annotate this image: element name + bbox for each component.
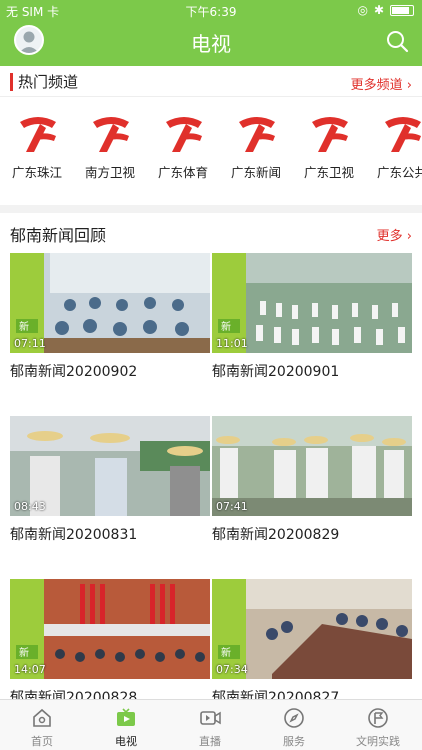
tv-icon [117, 708, 135, 726]
video-card[interactable]: 新 07:34 郁南新闻20200827 [212, 579, 412, 706]
more-channels-link[interactable]: 更多频道 › [351, 74, 412, 93]
channel-logo-icon [239, 117, 275, 152]
tab-label: 文明实践 [356, 735, 400, 748]
tab-bar: 首页 电视 直播 服务 文明实践 [0, 699, 422, 750]
channel-logo-icon [20, 117, 56, 152]
hot-channels-title: 热门频道 [18, 73, 79, 91]
section-divider [0, 205, 422, 213]
search-icon[interactable] [385, 29, 409, 53]
video-title: 郁南新闻20200831 [10, 527, 138, 543]
video-duration: 07:41 [216, 500, 248, 513]
location-icon: ◎ [357, 3, 368, 17]
section-accent-bar [10, 73, 13, 91]
nav-bar: 电视 [0, 22, 422, 66]
home-icon [33, 708, 51, 727]
svg-text:新: 新 [221, 320, 231, 333]
channel-item[interactable]: 广东公共 [365, 110, 422, 190]
news-review-title: 郁南新闻回顾 [10, 226, 107, 245]
channel-item[interactable]: 广东珠江 [0, 110, 74, 190]
more-news-label: 更多 [376, 229, 403, 244]
channel-label: 广东珠江 [11, 165, 62, 180]
video-thumbnail: 08:43 [10, 416, 210, 516]
live-video-icon [200, 711, 221, 725]
video-duration: 08:43 [14, 500, 46, 513]
tab-civilization-practice[interactable]: 文明实践 [336, 700, 420, 750]
svg-text:新: 新 [19, 646, 29, 659]
tab-home[interactable]: 首页 [0, 700, 84, 750]
channel-label: 广东公共 [377, 165, 422, 180]
bluetooth-icon: ✱ [373, 3, 384, 17]
channel-label: 广东体育 [157, 165, 208, 180]
video-thumbnail: 新 07:34 [212, 579, 412, 679]
channel-label: 广东新闻 [230, 165, 281, 180]
video-thumbnail: 07:41 [212, 416, 412, 516]
video-thumbnail: 新 14:07 [10, 579, 210, 679]
channel-label: 广东卫视 [303, 165, 354, 180]
compass-icon [284, 708, 304, 728]
channel-item[interactable]: 广东新闻 [219, 110, 293, 190]
battery-icon [390, 4, 414, 16]
video-card[interactable]: 新 07:11 郁南新闻20200902 [10, 253, 210, 403]
video-duration: 07:34 [216, 663, 248, 676]
video-title: 郁南新闻20200901 [212, 364, 340, 380]
page-title: 电视 [191, 32, 231, 56]
video-duration: 07:11 [14, 337, 46, 350]
tab-label: 电视 [115, 735, 137, 748]
channel-logo-icon [312, 117, 348, 152]
video-thumbnail: 新 11:01 [212, 253, 412, 353]
channel-logo-icon [93, 117, 129, 152]
video-card[interactable]: 新 14:07 郁南新闻20200828 [10, 579, 210, 706]
tab-label: 直播 [199, 735, 221, 748]
channel-item[interactable]: 广东体育 [146, 110, 220, 190]
video-card[interactable]: 07:41 郁南新闻20200829 [212, 416, 412, 566]
more-news-link[interactable]: 更多 › [377, 225, 412, 244]
svg-text:新: 新 [221, 646, 231, 659]
status-bar: 无 SIM 卡 下午6:39 ◎ ✱ [0, 0, 422, 22]
news-review-header: 郁南新闻回顾 更多 › [0, 218, 422, 248]
chevron-right-icon: › [406, 78, 412, 93]
video-title: 郁南新闻20200902 [10, 364, 138, 380]
tab-tv[interactable]: 电视 [84, 700, 168, 750]
tab-label: 首页 [31, 735, 53, 748]
video-duration: 11:01 [216, 337, 248, 350]
flag-icon [368, 708, 388, 728]
tab-label: 服务 [283, 735, 305, 748]
channel-item[interactable]: 南方卫视 [73, 110, 147, 190]
video-title: 郁南新闻20200829 [212, 527, 340, 543]
channel-logo-icon [385, 117, 421, 152]
svg-text:新: 新 [19, 320, 29, 333]
channel-item[interactable]: 广东卫视 [292, 110, 366, 190]
tab-live[interactable]: 直播 [168, 700, 252, 750]
hot-channels-header: 热门频道 更多频道 › [0, 66, 422, 96]
divider [0, 96, 422, 97]
more-channels-label: 更多频道 [350, 78, 403, 93]
video-duration: 14:07 [14, 663, 46, 676]
video-thumbnail: 新 07:11 [10, 253, 210, 353]
channel-logo-icon [166, 117, 202, 152]
channel-label: 南方卫视 [84, 165, 135, 180]
tab-service[interactable]: 服务 [252, 700, 336, 750]
channel-list: 广东珠江 南方卫视 广东体育 广东新闻 广东卫视 广东公共 [0, 110, 422, 190]
video-card[interactable]: 新 11:01 郁南新闻20200901 [212, 253, 412, 403]
chevron-right-icon: › [406, 229, 412, 244]
video-card[interactable]: 08:43 郁南新闻20200831 [10, 416, 210, 566]
